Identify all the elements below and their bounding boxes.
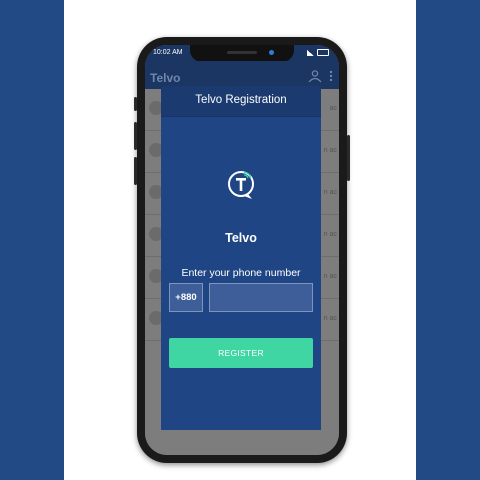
- overflow-menu-icon[interactable]: [329, 70, 333, 85]
- register-button[interactable]: REGISTER: [169, 338, 313, 368]
- list-item-snippet: ac: [329, 105, 337, 112]
- signal-icon: [307, 49, 314, 56]
- app-bar: Telvo: [145, 61, 339, 89]
- list-item-snippet: n ac: [323, 273, 337, 280]
- phone-side-button-top: [134, 97, 137, 111]
- dialog-title: Telvo Registration: [195, 94, 287, 106]
- app-title: Telvo: [150, 71, 181, 85]
- speaker-grille: [227, 51, 257, 54]
- phone-notch: [190, 45, 294, 62]
- list-item-snippet: n ac: [323, 189, 337, 196]
- country-code-field[interactable]: +880: [169, 283, 203, 312]
- battery-icon: [317, 49, 329, 56]
- dialog-header: Telvo Registration: [161, 86, 321, 117]
- left-blue-panel: [0, 0, 64, 480]
- phone-power-button: [347, 135, 350, 181]
- status-time: 10:02 AM: [153, 49, 183, 56]
- status-indicators: [307, 49, 329, 56]
- list-item-snippet: n ac: [323, 315, 337, 322]
- telvo-logo-icon: [228, 171, 254, 199]
- front-camera: [269, 50, 274, 55]
- phone-side-button-volume-up: [134, 122, 137, 150]
- right-blue-panel: [416, 0, 480, 480]
- screen-bottom-area: [145, 430, 339, 455]
- list-item-snippet: n ac: [323, 231, 337, 238]
- phone-number-input[interactable]: [209, 283, 313, 312]
- registration-dialog: Telvo Registration Telvo Enter your phon…: [161, 86, 321, 430]
- contact-sync-icon[interactable]: [307, 69, 323, 86]
- phone-side-button-volume-down: [134, 157, 137, 185]
- list-item-snippet: n ac: [323, 147, 337, 154]
- phone-screen: 10:02 AM Telvo ac n ac n ac n ac n ac n …: [145, 45, 339, 455]
- phone-prompt: Enter your phone number: [181, 267, 301, 279]
- brand-name: Telvo: [225, 231, 257, 245]
